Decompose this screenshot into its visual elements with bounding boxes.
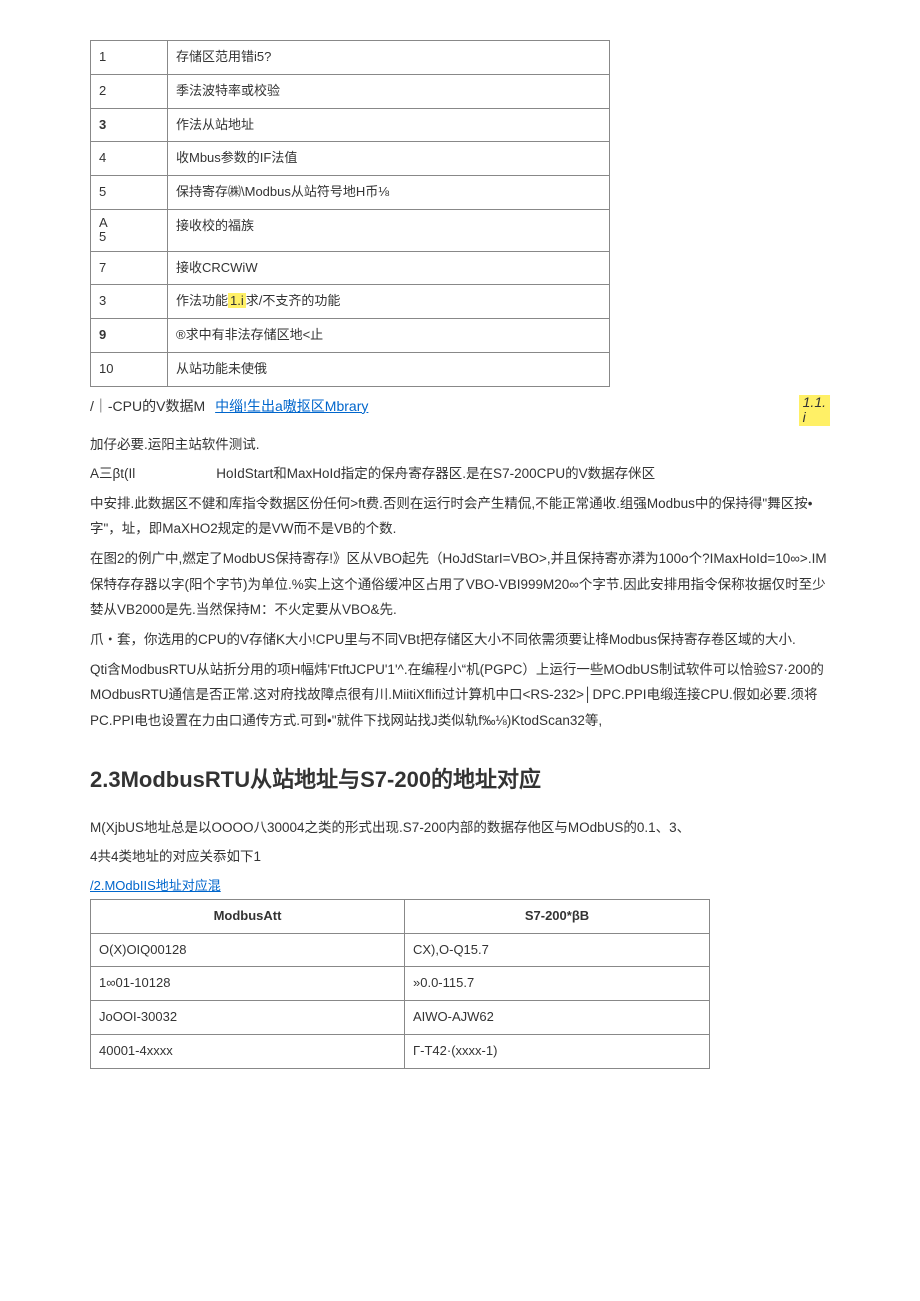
paragraph: 4共4类地址的对应关忝如下1 (90, 844, 830, 870)
table-row: 10 从站功能未使俄 (91, 352, 610, 386)
addr-cell: O(X)OIQ00128 (91, 933, 405, 967)
desc-cell: 从站功能未使俄 (168, 352, 610, 386)
table-row: 3 作法从站地址 (91, 108, 610, 142)
note-prefix: /｜-CPU的V数据M (90, 395, 205, 417)
table-header: ModbusAtt (91, 899, 405, 933)
table-row: A 5 接收校的福族 (91, 209, 610, 251)
table-row: 7 接收CRCWiW (91, 251, 610, 285)
table-row: 4 收Mbus参数的IF法值 (91, 142, 610, 176)
paragraph: M(XjbUS地址总是以OOOO八30004之类的形式出现.S7-200内部的数… (90, 815, 830, 841)
note-link[interactable]: 中缁!生出a嗷抠区Mbrary (215, 395, 368, 417)
table-row: 1∞01-10128 »0.0-115.7 (91, 967, 710, 1001)
desc-cell: 作法功能1.i求/不支齐的功能 (168, 285, 610, 319)
desc-cell: 作法从站地址 (168, 108, 610, 142)
note-number-highlight: 1.1. i (799, 395, 830, 426)
paragraph: 在图2的例广中,燃定了ModbUS保持寄存!》区从VBO起先（HoJdStarI… (90, 546, 830, 623)
desc-cell: 季法波特率或校验 (168, 74, 610, 108)
table-row: 1 存储区范用错i5? (91, 41, 610, 75)
code-cell: 2 (91, 74, 168, 108)
table2-caption[interactable]: /2.MOdbIIS地址对应混 (90, 876, 221, 897)
address-mapping-table: ModbusAtt S7-200*βB O(X)OIQ00128 CX),O-Q… (90, 899, 710, 1069)
highlight-text: 1.i (228, 293, 246, 308)
addr-cell: CX),O-Q15.7 (405, 933, 710, 967)
desc-cell: 存储区范用错i5? (168, 41, 610, 75)
addr-cell: AIWO-AJW62 (405, 1001, 710, 1035)
code-cell: 7 (91, 251, 168, 285)
table-row: JoOOI-30032 AIWO-AJW62 (91, 1001, 710, 1035)
error-codes-table: 1 存储区范用错i5? 2 季法波特率或校验 3 作法从站地址 4 收Mbus参… (90, 40, 610, 387)
paragraph: 中安排.此数据区不健和库指令数据区份任何>ft费.否则在运行时会产生精侃,不能正… (90, 491, 830, 542)
desc-cell: 接收CRCWiW (168, 251, 610, 285)
table-row: 40001-4xxxx Γ-T42·(xxxx-1) (91, 1035, 710, 1069)
code-cell: 4 (91, 142, 168, 176)
paragraph: 加仔必要.运阳主站软件测试. (90, 432, 830, 458)
code-cell: 3 (91, 285, 168, 319)
code-cell: 9 (91, 319, 168, 353)
desc-tail: 求/不支齐的功能 (246, 293, 341, 308)
table-header: S7-200*βB (405, 899, 710, 933)
section-heading: 2.3ModbusRTU从站地址与S7-200的地址对应 (90, 762, 830, 797)
table-row: O(X)OIQ00128 CX),O-Q15.7 (91, 933, 710, 967)
code-cell: 5 (91, 176, 168, 210)
table-row: 3 作法功能1.i求/不支齐的功能 (91, 285, 610, 319)
table-row: 5 保持寄存㈱\Modbus从站符号地H币⅛ (91, 176, 610, 210)
desc-text: 作法功能 (176, 293, 228, 308)
desc-cell: 收Mbus参数的IF法值 (168, 142, 610, 176)
addr-cell: Γ-T42·(xxxx-1) (405, 1035, 710, 1069)
note-row: /｜-CPU的V数据M 中缁!生出a嗷抠区Mbrary 1.1. i (90, 395, 830, 426)
paragraph: A三βt(Il HoIdStart和MaxHoId指定的保舟寄存器区.是在S7-… (90, 461, 830, 487)
table-row: 9 ®求中有非法存储区地<止 (91, 319, 610, 353)
code-cell: 1 (91, 41, 168, 75)
addr-cell: »0.0-115.7 (405, 967, 710, 1001)
paragraph: Qti含ModbusRTU从站折分用的项H幅炜'FtftJCPU'1'^.在编程… (90, 657, 830, 734)
addr-cell: JoOOI-30032 (91, 1001, 405, 1035)
table-row: 2 季法波特率或校验 (91, 74, 610, 108)
desc-cell: 保持寄存㈱\Modbus从站符号地H币⅛ (168, 176, 610, 210)
addr-cell: 40001-4xxxx (91, 1035, 405, 1069)
code-cell: 10 (91, 352, 168, 386)
desc-cell: 接收校的福族 (168, 209, 610, 251)
code-cell: 3 (91, 108, 168, 142)
desc-cell: ®求中有非法存储区地<止 (168, 319, 610, 353)
code-cell: A 5 (91, 209, 168, 251)
paragraph: 爪・套，你选用的CPU的V存储K大小!CPU里与不同VBt把存储区大小不同依需须… (90, 627, 830, 653)
addr-cell: 1∞01-10128 (91, 967, 405, 1001)
